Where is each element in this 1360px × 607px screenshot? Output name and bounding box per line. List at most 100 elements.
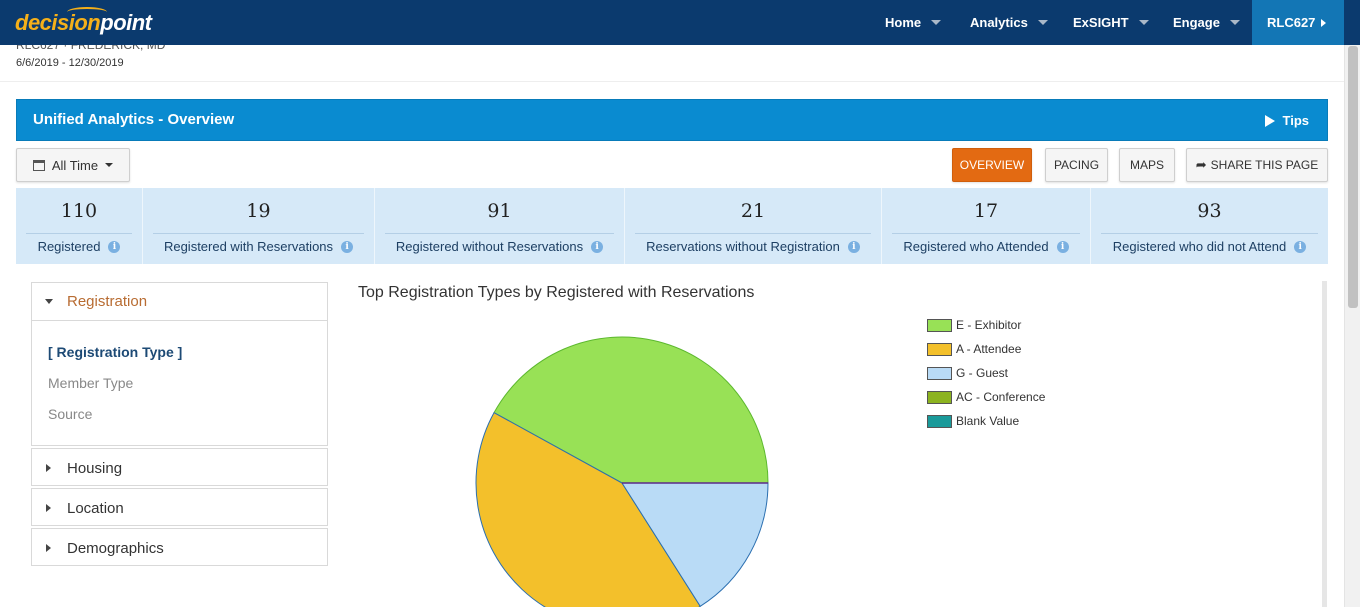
accordion-title: Housing — [67, 459, 123, 477]
stat-label: Registered who did not Attend — [1112, 239, 1287, 254]
stat-value: 21 — [740, 200, 766, 222]
stat-label-row: Registered i — [26, 233, 132, 259]
nav-event-code[interactable]: RLC627 — [1252, 0, 1344, 45]
stat-registered-did-not-attend[interactable]: 93 Registered who did not Attend i — [1091, 188, 1328, 264]
legend-item[interactable]: Blank Value — [927, 409, 1045, 433]
caret-right-icon — [46, 544, 51, 552]
stat-registered-without-reservations[interactable]: 91 Registered without Reservations i — [375, 188, 625, 264]
accordion-demographics[interactable]: Demographics — [31, 528, 328, 566]
panel-header: Unified Analytics - Overview Tips — [16, 99, 1328, 141]
stat-label: Registered with Reservations — [163, 239, 334, 254]
legend-label: Blank Value — [956, 414, 1020, 428]
legend-label: E - Exhibitor — [956, 318, 1022, 332]
overview-label: OVERVIEW — [959, 158, 1025, 172]
stat-label: Registered — [37, 239, 101, 254]
maps-button[interactable]: MAPS — [1119, 148, 1175, 182]
scroll-thumb[interactable] — [1348, 46, 1358, 308]
stat-registered-who-attended[interactable]: 17 Registered who Attended i — [882, 188, 1091, 264]
accordion-registration: Registration [ Registration Type ] Membe… — [31, 282, 328, 446]
legend-item[interactable]: A - Attendee — [927, 337, 1045, 361]
legend-item[interactable]: G - Guest — [927, 361, 1045, 385]
pacing-button[interactable]: PACING — [1045, 148, 1108, 182]
legend-swatch — [927, 390, 952, 404]
header-divider — [0, 81, 1344, 82]
pie-chart — [475, 336, 769, 607]
accordion-header-registration[interactable]: Registration — [32, 283, 327, 321]
legend-swatch — [927, 318, 952, 332]
event-code-label: RLC627 — [1267, 15, 1316, 30]
page-scrollbar[interactable] — [1344, 0, 1360, 607]
stat-registered-with-reservations[interactable]: 19 Registered with Reservations i — [143, 188, 375, 264]
accordion-title: Demographics — [67, 539, 164, 557]
legend-swatch — [927, 366, 952, 380]
nav-exsight-label: ExSIGHT — [1073, 15, 1129, 30]
calendar-icon — [32, 159, 45, 171]
stat-reservations-without-registration[interactable]: 21 Reservations without Registration i — [625, 188, 882, 264]
stats-bar: 110 Registered i 19 Registered with Reser… — [16, 188, 1328, 264]
accordion-title: Registration — [67, 293, 148, 310]
stat-label-row: Reservations without Registration i — [635, 233, 871, 259]
nav-home-label: Home — [885, 15, 922, 30]
filter-registration-type[interactable]: [ Registration Type ] — [48, 344, 182, 360]
time-filter-dropdown[interactable]: All Time — [16, 148, 130, 182]
info-icon[interactable]: i — [1056, 240, 1069, 253]
accordion-location[interactable]: Location — [31, 488, 328, 526]
accordion-title: Location — [67, 499, 124, 517]
accordion-header-demographics[interactable]: Demographics — [32, 529, 327, 567]
stat-label-row: Registered without Reservations i — [385, 233, 614, 259]
stat-label-row: Registered who did not Attend i — [1101, 233, 1318, 259]
nav-engage-label: Engage — [1173, 15, 1220, 30]
stat-label: Reservations without Registration — [646, 239, 840, 254]
logo-swoosh — [67, 7, 107, 17]
stat-value: 93 — [1197, 200, 1222, 222]
stat-value: 17 — [973, 200, 999, 222]
chevron-down-icon — [931, 20, 942, 25]
play-icon — [1264, 114, 1275, 127]
nav-analytics[interactable]: Analytics — [970, 0, 1048, 45]
info-icon[interactable]: i — [1294, 240, 1307, 253]
info-icon[interactable]: i — [108, 240, 121, 253]
content-scroll-track — [1322, 281, 1327, 607]
share-page-button[interactable]: ➦ SHARE THIS PAGE — [1186, 148, 1328, 182]
share-icon: ➦ — [1195, 157, 1207, 172]
chart-title: Top Registration Types by Registered wit… — [358, 284, 755, 301]
stat-registered[interactable]: 110 Registered i — [16, 188, 143, 264]
stat-label-row: Registered with Reservations i — [153, 233, 364, 259]
info-icon[interactable]: i — [847, 240, 860, 253]
stat-label: Registered who Attended — [903, 239, 1049, 254]
legend-label: G - Guest — [956, 366, 1009, 380]
chevron-down-icon — [1138, 20, 1149, 25]
chevron-down-icon — [1037, 20, 1048, 25]
accordion-header-location[interactable]: Location — [32, 489, 327, 527]
stat-label: Registered without Reservations — [395, 239, 584, 254]
accordion-housing[interactable]: Housing — [31, 448, 328, 486]
chevron-down-icon — [1229, 20, 1240, 25]
share-label: SHARE THIS PAGE — [1210, 158, 1319, 172]
legend-item[interactable]: AC - Conference — [927, 385, 1045, 409]
legend-item[interactable]: E - Exhibitor — [927, 313, 1045, 337]
filter-member-type[interactable]: Member Type — [48, 375, 133, 391]
logo-text-point: point — [100, 10, 152, 35]
maps-label: MAPS — [1129, 158, 1164, 172]
chevron-right-icon — [1321, 18, 1327, 27]
caret-right-icon — [46, 464, 51, 472]
legend-swatch — [927, 342, 952, 356]
stat-value: 110 — [60, 200, 98, 222]
nav-home[interactable]: Home — [885, 0, 942, 45]
nav-exsight[interactable]: ExSIGHT — [1073, 0, 1149, 45]
time-filter-label: All Time — [51, 157, 99, 173]
tips-label: Tips — [1282, 113, 1310, 128]
info-icon[interactable]: i — [591, 240, 604, 253]
accordion-header-housing[interactable]: Housing — [32, 449, 327, 487]
info-icon[interactable]: i — [341, 240, 354, 253]
caret-down-icon — [45, 299, 53, 304]
nav-engage[interactable]: Engage — [1173, 0, 1240, 45]
tips-button[interactable]: Tips — [1264, 113, 1310, 128]
logo[interactable]: decisionpoint — [15, 7, 152, 36]
overview-button[interactable]: OVERVIEW — [952, 148, 1032, 182]
stat-label-row: Registered who Attended i — [892, 233, 1080, 259]
caret-right-icon — [46, 504, 51, 512]
filter-source[interactable]: Source — [48, 406, 92, 422]
date-range: 6/6/2019 - 12/30/2019 — [16, 57, 124, 69]
caret-down-icon — [105, 163, 114, 167]
